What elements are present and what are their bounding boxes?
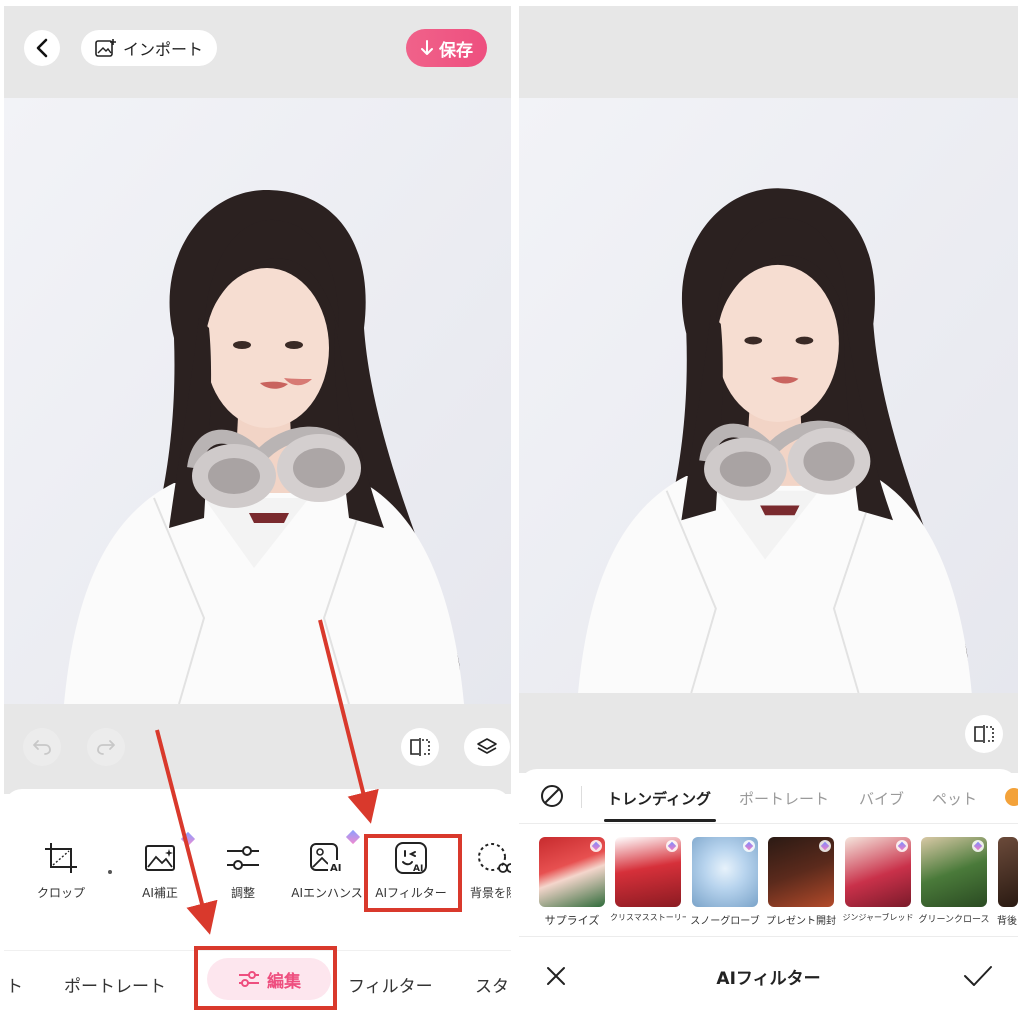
- top-bar: [519, 6, 1018, 98]
- tool-label: 調整: [230, 886, 255, 900]
- category-tab-portrait[interactable]: ポートレート: [739, 788, 829, 809]
- canvas-controls-bar: [4, 704, 511, 794]
- highlight-box-ai-filter: [364, 834, 462, 912]
- tool-ai-retouch[interactable]: AI補正: [117, 831, 203, 901]
- filter-thumb-snow-globe[interactable]: [692, 837, 758, 907]
- save-button[interactable]: 保存: [406, 29, 487, 67]
- category-tab-vibe[interactable]: バイブ: [859, 788, 904, 809]
- premium-gem-icon: [743, 840, 755, 852]
- no-filter-icon[interactable]: [540, 784, 564, 808]
- import-button[interactable]: インポート: [81, 30, 218, 66]
- filter-thumb-present-open[interactable]: [768, 837, 834, 907]
- tool-adjust[interactable]: 調整: [200, 838, 286, 901]
- premium-gem-icon: [590, 840, 602, 852]
- ai-enhance-photo-icon: AI: [310, 843, 344, 874]
- tab-portrait[interactable]: ポートレート: [64, 972, 166, 997]
- filter-label: プレゼント開封: [766, 916, 836, 927]
- compare-button[interactable]: [965, 715, 1003, 753]
- tab-partial-left[interactable]: ト: [6, 972, 23, 997]
- check-icon[interactable]: [963, 965, 993, 987]
- premium-gem-icon: [819, 840, 831, 852]
- tool-label: クロップ: [36, 886, 85, 900]
- import-label: インポート: [123, 40, 204, 59]
- svg-text:AI: AI: [330, 863, 341, 874]
- layers-icon: [477, 738, 497, 754]
- tab-filter[interactable]: フィルター: [348, 972, 433, 997]
- sliders-icon: [227, 846, 259, 870]
- divider: [519, 936, 1018, 937]
- premium-gem-icon: [896, 840, 908, 852]
- separator-dot: [108, 870, 112, 874]
- arrow-down-icon: [421, 40, 433, 55]
- undo-button[interactable]: [23, 728, 61, 766]
- premium-gem-icon: [666, 840, 678, 852]
- filter-thumb-gingerbread[interactable]: [845, 837, 911, 907]
- compare-button[interactable]: [401, 728, 439, 766]
- chevron-left-icon: [36, 38, 48, 58]
- premium-gem-icon: [972, 840, 984, 852]
- photo-canvas[interactable]: [519, 98, 1018, 693]
- redo-icon: [97, 740, 115, 755]
- ai-enhance-icon: [145, 845, 175, 871]
- save-label: 保存: [439, 40, 473, 61]
- filter-label: 背後: [997, 916, 1017, 927]
- divider: [581, 786, 582, 808]
- filter-label: グリーンクロース: [918, 915, 990, 925]
- filter-thumb-behind[interactable]: [998, 837, 1018, 907]
- filter-thumb-christmas-story[interactable]: [615, 837, 681, 907]
- ai-filter-title: AIフィルター: [716, 969, 821, 989]
- portrait-photo: [519, 98, 1018, 693]
- tool-ai-enhance[interactable]: AI AIエンハンス: [284, 829, 370, 901]
- highlight-box-edit-tab: [194, 946, 337, 1010]
- divider: [519, 823, 1018, 824]
- filter-label: クリスマスストーリー: [610, 913, 686, 922]
- layers-button[interactable]: [464, 728, 510, 766]
- category-tab-emoji-icon[interactable]: [1005, 788, 1018, 806]
- filter-label: ジンジャーブレッド: [842, 913, 914, 922]
- ai-filter-screen-right: トレンディング ポートレート バイブ ペット サプライズ クリスマスストーリー …: [519, 6, 1018, 1022]
- category-tab-trending[interactable]: トレンディング: [607, 788, 711, 809]
- compare-icon: [974, 725, 994, 743]
- image-add-icon: [95, 39, 116, 57]
- redo-button[interactable]: [87, 728, 125, 766]
- portrait-photo: [4, 98, 511, 704]
- category-tab-pet[interactable]: ペット: [932, 788, 977, 809]
- compare-icon: [410, 738, 430, 756]
- canvas-controls-bar: [519, 693, 1018, 773]
- back-button[interactable]: [24, 30, 60, 66]
- filter-label: スノーグローブ: [690, 916, 760, 927]
- top-bar: インポート 保存: [4, 6, 511, 98]
- photo-canvas[interactable]: [4, 98, 511, 704]
- tool-label: AIエンハンス: [291, 886, 363, 900]
- crop-icon: [45, 843, 77, 873]
- filter-thumb-green-claus[interactable]: [921, 837, 987, 907]
- undo-icon: [33, 740, 51, 755]
- tab-partial-right[interactable]: スタ: [475, 972, 509, 997]
- tool-crop[interactable]: クロップ: [18, 838, 104, 901]
- filter-thumb-surprise[interactable]: [539, 837, 605, 907]
- active-tab-indicator: [604, 819, 716, 822]
- background-remove-icon: [478, 843, 511, 873]
- filter-label: サプライズ: [544, 914, 600, 927]
- tool-label: AI補正: [142, 886, 178, 900]
